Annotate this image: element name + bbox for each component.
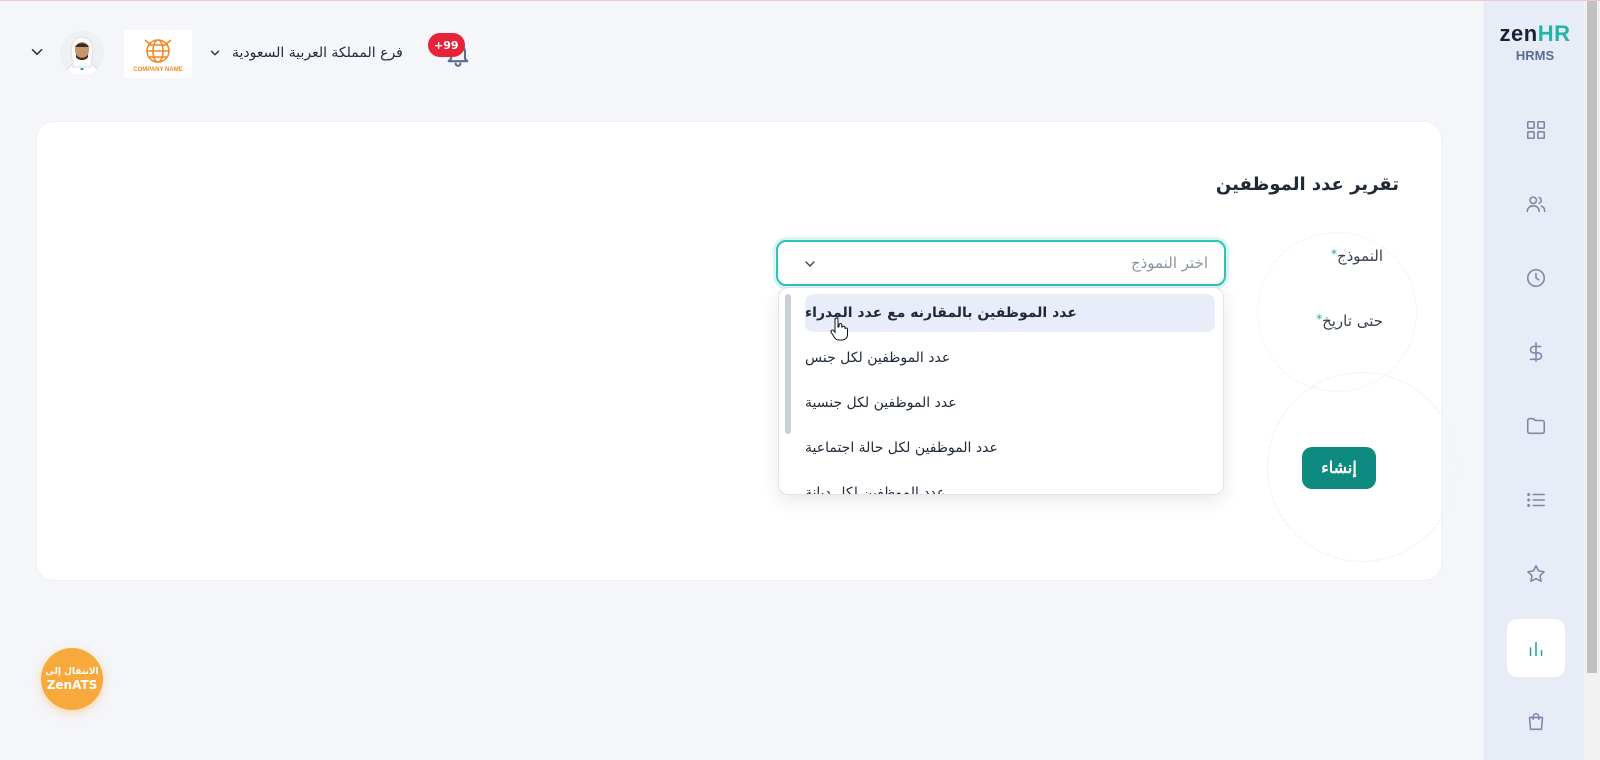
template-label-text: النموذج [1336, 247, 1383, 265]
chevron-down-icon [805, 261, 815, 267]
user-menu-chevron-icon[interactable] [28, 43, 46, 61]
date-field-label: حتى تاريخ* [1313, 312, 1383, 330]
dropdown-option[interactable]: عدد الموظفين لكل ديانة [805, 474, 1215, 494]
user-avatar-image [60, 31, 104, 75]
dashboard-grid-icon [1526, 120, 1546, 140]
dropdown-option[interactable]: عدد الموظفين لكل حالة اجتماعية [805, 429, 1215, 467]
chevron-down-icon [210, 50, 220, 56]
sidebar-item-store[interactable] [1507, 693, 1565, 751]
list-icon [1527, 492, 1546, 508]
sidebar: zenHR HRMS [1484, 1, 1600, 760]
sidebar-item-reports[interactable] [1507, 619, 1565, 677]
notification-badge: +99 [428, 33, 465, 57]
sidebar-item-payroll[interactable] [1507, 323, 1565, 381]
avatar[interactable] [60, 31, 104, 75]
sidebar-item-performance[interactable] [1507, 545, 1565, 603]
clock-icon [1526, 268, 1546, 288]
date-label-text: حتى تاريخ [1322, 312, 1383, 330]
zenhr-logo[interactable]: zenHR HRMS [1485, 21, 1585, 63]
zenats-switch-button[interactable]: الانتقال إلى ZenATS [41, 648, 103, 710]
users-icon [1526, 196, 1546, 213]
create-button[interactable]: إنشاء [1302, 447, 1376, 489]
sidebar-item-documents[interactable] [1507, 397, 1565, 455]
dropdown-option[interactable]: عدد الموظفين لكل جنس [805, 339, 1215, 377]
template-select[interactable]: اختر النموذج [776, 240, 1226, 286]
sidebar-scrollbar-track[interactable] [1584, 1, 1600, 760]
sidebar-item-dashboard[interactable] [1507, 101, 1565, 159]
logo-hr: HR [1537, 21, 1571, 46]
folder-icon [1526, 417, 1546, 435]
dropdown-scrollbar[interactable] [785, 294, 791, 434]
page-title: تقرير عدد الموظفين [1215, 174, 1399, 195]
sidebar-item-attendance[interactable] [1507, 249, 1565, 307]
dollar-icon [1529, 342, 1543, 362]
sidebar-item-lists[interactable] [1507, 471, 1565, 529]
ats-line2: ZenATS [46, 678, 98, 692]
shopping-bag-icon [1528, 713, 1544, 731]
bar-chart-icon [1529, 641, 1543, 657]
dropdown-option[interactable]: عدد الموظفين لكل جنسية [805, 384, 1215, 422]
logo-zen: zen [1499, 21, 1538, 46]
report-card: تقرير عدد الموظفين النموذج* حتى تاريخ* ا… [36, 121, 1457, 581]
template-field-label: النموذج* [1328, 247, 1383, 265]
ats-line1: الانتقال إلى [45, 667, 99, 677]
company-logo-text: COMPANY NAME [133, 66, 183, 73]
branch-selector[interactable]: فرع المملكة العربية السعودية [208, 41, 403, 65]
select-placeholder: اختر النموذج [1130, 254, 1208, 272]
branch-name: فرع المملكة العربية السعودية [232, 45, 403, 61]
sidebar-scrollbar-thumb[interactable] [1587, 1, 1597, 673]
hand-cursor-icon [830, 317, 848, 341]
dropdown-option[interactable]: عدد الموظفين بالمقارنه مع عدد المدراء [805, 294, 1215, 332]
star-icon [1527, 564, 1545, 583]
company-logo[interactable]: COMPANY NAME [124, 30, 192, 78]
globe-icon [144, 38, 172, 63]
logo-subtitle: HRMS [1515, 48, 1555, 63]
sidebar-item-employees[interactable] [1507, 175, 1565, 233]
